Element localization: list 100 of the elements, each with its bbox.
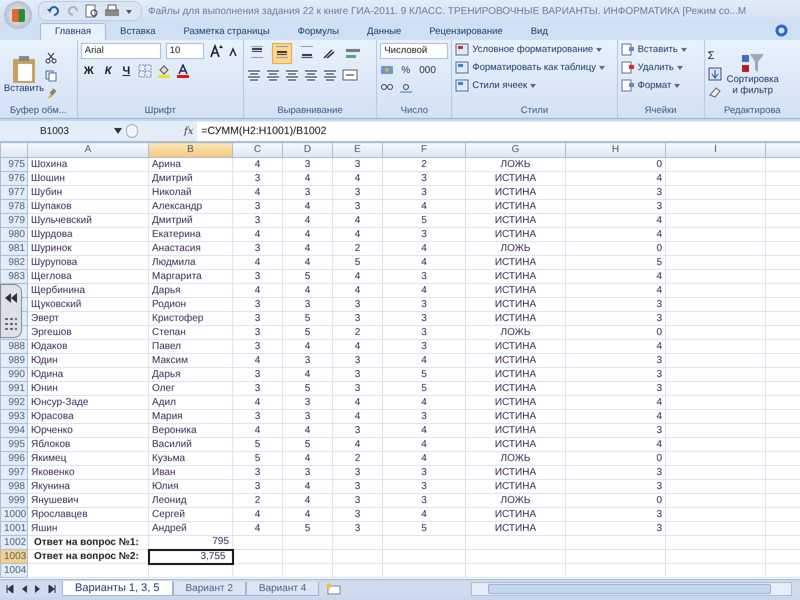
- scissors-icon[interactable]: [45, 52, 57, 64]
- borders-icon[interactable]: [138, 64, 152, 78]
- column-header[interactable]: D: [282, 142, 332, 158]
- first-sheet-icon[interactable]: [6, 584, 14, 592]
- sort-filter-button[interactable]: Сортировка и фильтр: [726, 52, 779, 96]
- horizontal-scrollbar[interactable]: [471, 582, 792, 596]
- row-header[interactable]: 976: [0, 172, 28, 186]
- previous-sheet-icon[interactable]: [20, 584, 28, 592]
- column-header[interactable]: H: [566, 142, 666, 158]
- autosum-button[interactable]: Σ: [708, 50, 722, 62]
- thousands-separator-button[interactable]: 000: [417, 64, 438, 76]
- bold-button[interactable]: Ж: [80, 65, 97, 77]
- wrap-text-icon[interactable]: [344, 46, 361, 60]
- fill-color-icon[interactable]: [157, 64, 172, 78]
- ribbon-tab[interactable]: Рецензирование: [415, 24, 517, 40]
- row-header[interactable]: 979: [0, 214, 28, 228]
- grow-font-icon[interactable]: [208, 44, 223, 58]
- paste-button[interactable]: Вставить: [3, 54, 45, 94]
- row-header[interactable]: 993: [0, 410, 28, 424]
- styles-menu-button[interactable]: Условное форматирование: [455, 43, 614, 56]
- decrease-decimal-icon[interactable]: [399, 81, 414, 93]
- ribbon-tab[interactable]: Данные: [353, 24, 416, 40]
- fill-down-icon[interactable]: [708, 67, 722, 81]
- column-header[interactable]: F: [382, 142, 466, 158]
- dropdown-arrow-icon[interactable]: [125, 7, 133, 15]
- sheet-tab[interactable]: Вариант 2: [172, 582, 246, 596]
- percent-button[interactable]: %: [399, 64, 412, 76]
- row-header[interactable]: 1000: [0, 508, 28, 522]
- row-header[interactable]: 977: [0, 186, 28, 200]
- underline-button[interactable]: Ч: [119, 65, 134, 77]
- row-header[interactable]: 994: [0, 424, 28, 438]
- column-header[interactable]: I: [666, 142, 766, 158]
- row-header[interactable]: 975: [0, 158, 28, 172]
- row-header[interactable]: 996: [0, 452, 28, 466]
- row-header[interactable]: 991: [0, 382, 28, 396]
- dropdown-arrow-icon[interactable]: [114, 128, 122, 134]
- row-header[interactable]: 982: [0, 256, 28, 270]
- column-header[interactable]: B: [148, 142, 232, 158]
- row-header[interactable]: 989: [0, 354, 28, 368]
- row-header[interactable]: 1002: [0, 536, 28, 550]
- last-sheet-icon[interactable]: [48, 584, 56, 592]
- row-header[interactable]: 999: [0, 494, 28, 508]
- horizontal-align-icon[interactable]: [246, 69, 261, 81]
- row-header[interactable]: 988: [0, 340, 28, 354]
- styles-menu-button[interactable]: Стили ячеек: [455, 79, 614, 92]
- column-header[interactable]: E: [332, 142, 382, 158]
- vertical-align-button[interactable]: [272, 43, 292, 64]
- ribbon-tab[interactable]: Вид: [516, 24, 562, 40]
- italic-button[interactable]: К: [102, 65, 114, 77]
- row-header[interactable]: 1003: [0, 550, 28, 564]
- row-header[interactable]: 997: [0, 466, 28, 480]
- row-header[interactable]: 1004: [0, 564, 28, 578]
- ribbon-tab[interactable]: Вставка: [106, 24, 170, 40]
- horizontal-align-icon[interactable]: [284, 69, 299, 81]
- sheet-tab[interactable]: Вариант 4: [246, 582, 320, 596]
- eraser-icon[interactable]: [708, 86, 722, 98]
- grid-icon[interactable]: [5, 318, 17, 330]
- increase-decimal-icon[interactable]: [380, 81, 394, 93]
- font-size-dropdown[interactable]: 10: [166, 43, 204, 59]
- ribbon-tab[interactable]: Главная: [40, 23, 106, 40]
- row-header[interactable]: 998: [0, 480, 28, 494]
- copy-icon[interactable]: [45, 70, 57, 82]
- ribbon-tab[interactable]: Формулы: [284, 24, 354, 40]
- cells-menu-button[interactable]: Формат: [620, 79, 701, 92]
- cells-menu-button[interactable]: Удалить: [620, 61, 701, 74]
- ribbon-tab[interactable]: Разметка страницы: [169, 24, 284, 40]
- horizontal-align-icon[interactable]: [266, 69, 280, 81]
- horizontal-align-icon[interactable]: [322, 69, 337, 81]
- row-header[interactable]: 978: [0, 200, 28, 214]
- row-header[interactable]: 983: [0, 270, 28, 284]
- undo-icon[interactable]: [47, 5, 61, 17]
- name-box[interactable]: B1003: [0, 126, 110, 136]
- printer-icon[interactable]: [104, 4, 120, 18]
- sheet-tab[interactable]: Варианты 1, 3, 5: [62, 581, 172, 596]
- help-icon[interactable]: [775, 24, 788, 37]
- print-preview-icon[interactable]: [85, 4, 99, 18]
- column-header[interactable]: C: [232, 142, 282, 158]
- styles-menu-button[interactable]: Форматировать как таблицу: [455, 61, 614, 74]
- number-format-dropdown[interactable]: Числовой: [380, 43, 448, 59]
- row-header[interactable]: 980: [0, 228, 28, 242]
- slide-navigation-panel[interactable]: [0, 284, 22, 338]
- next-sheet-icon[interactable]: [34, 584, 42, 592]
- rewind-icon[interactable]: [4, 292, 18, 302]
- row-header[interactable]: 990: [0, 368, 28, 382]
- row-header[interactable]: 1001: [0, 522, 28, 536]
- cells-menu-button[interactable]: Вставить: [620, 43, 701, 56]
- font-color-icon[interactable]: [176, 64, 190, 78]
- row-header[interactable]: 995: [0, 438, 28, 452]
- font-name-dropdown[interactable]: Arial: [80, 43, 161, 59]
- formula-bar-handle[interactable]: [126, 124, 138, 138]
- office-logo-button[interactable]: [4, 1, 32, 29]
- new-sheet-icon[interactable]: [325, 582, 342, 594]
- row-header[interactable]: 981: [0, 242, 28, 256]
- column-header[interactable]: G: [466, 142, 566, 158]
- row-header[interactable]: 992: [0, 396, 28, 410]
- brush-icon[interactable]: [45, 88, 57, 100]
- horizontal-align-icon[interactable]: [304, 69, 318, 81]
- merge-cells-icon[interactable]: [342, 69, 358, 81]
- column-header[interactable]: A: [28, 142, 148, 158]
- formula-field[interactable]: =СУММ(H2:H1001)/B1002: [197, 122, 800, 140]
